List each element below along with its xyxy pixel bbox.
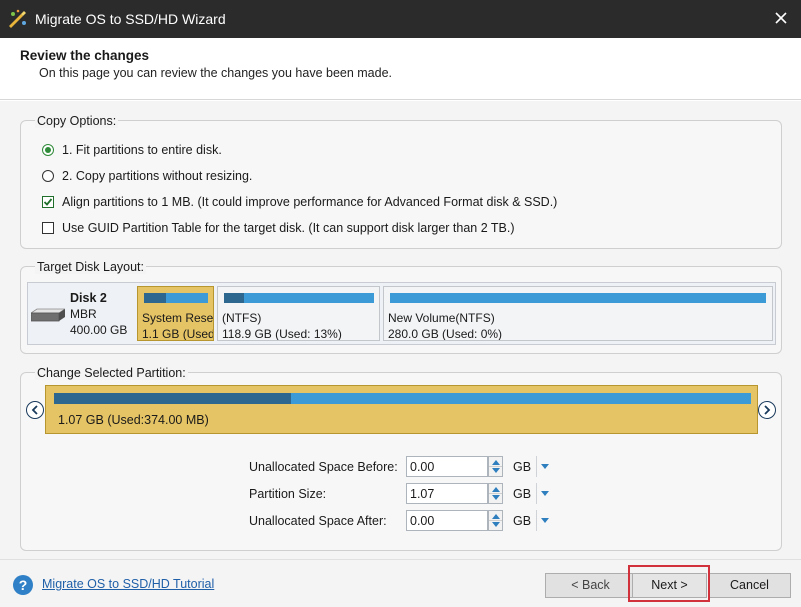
unallocated-after-input[interactable]: 0.00: [406, 510, 488, 531]
partition-used-fill: [144, 293, 167, 303]
checkbox-checked[interactable]: [42, 196, 54, 208]
spin-up-icon[interactable]: [492, 487, 500, 492]
next-button-highlight: [628, 565, 710, 602]
chevron-right-icon: [764, 405, 771, 415]
guid-partition-label: Use GUID Partition Table for the target …: [62, 221, 515, 235]
unit-label: GB: [513, 487, 532, 501]
disk-map-row: Disk 2 MBR 400.00 GB System Reserved 1.1…: [27, 282, 776, 345]
target-disk-label: Target Disk Layout:: [35, 260, 146, 274]
scroll-left-button[interactable]: [26, 401, 44, 419]
tutorial-link[interactable]: Migrate OS to SSD/HD Tutorial: [42, 577, 214, 591]
unallocated-before-spinner[interactable]: [488, 456, 503, 477]
close-icon[interactable]: [771, 8, 791, 28]
partition-name: System Reserved: [142, 311, 214, 325]
hard-disk-icon: [31, 308, 65, 322]
page-title: Review the changes: [20, 48, 150, 63]
guid-partition-checkbox[interactable]: Use GUID Partition Table for the target …: [42, 221, 515, 235]
spin-down-icon[interactable]: [492, 495, 500, 500]
align-partitions-label: Align partitions to 1 MB. (It could impr…: [62, 195, 558, 209]
spin-down-icon[interactable]: [492, 522, 500, 527]
wizard-app-icon: [9, 9, 26, 28]
unallocated-before-label: Unallocated Space Before:: [249, 460, 398, 474]
spin-up-icon[interactable]: [492, 460, 500, 465]
page-subtitle: On this page you can review the changes …: [39, 66, 393, 80]
unit-label: GB: [513, 460, 532, 474]
title-bar: Migrate OS to SSD/HD Wizard: [0, 0, 801, 38]
cancel-button[interactable]: Cancel: [708, 573, 791, 598]
partition-size-label: Partition Size:: [249, 487, 327, 501]
partition-usage-bar: [224, 293, 374, 303]
unit-dropdown-button[interactable]: [536, 510, 551, 531]
copy-without-resizing-radio[interactable]: 2. Copy partitions without resizing.: [42, 169, 252, 183]
radio-unselected[interactable]: [42, 170, 54, 182]
partition-name: New Volume(NTFS): [388, 311, 495, 325]
partition-used-fill: [54, 393, 291, 404]
page-header: Review the changes On this page you can …: [0, 38, 801, 100]
checkmark-icon: [43, 198, 53, 206]
partition-usage-bar: [144, 293, 208, 303]
partition-resize-bar[interactable]: [54, 393, 751, 404]
scroll-right-button[interactable]: [758, 401, 776, 419]
unit-label: GB: [513, 514, 532, 528]
partition-new-volume[interactable]: New Volume(NTFS) 280.0 GB (Used: 0%): [383, 286, 773, 341]
fit-partitions-label: 1. Fit partitions to entire disk.: [62, 143, 222, 157]
selected-partition-block[interactable]: 1.07 GB (Used:374.00 MB): [45, 385, 758, 434]
selected-partition-label: 1.07 GB (Used:374.00 MB): [58, 413, 209, 427]
align-partitions-checkbox[interactable]: Align partitions to 1 MB. (It could impr…: [42, 195, 557, 209]
partition-usage-bar: [390, 293, 766, 303]
partition-name: (NTFS): [222, 311, 262, 325]
disk-name: Disk 2: [70, 291, 107, 305]
spin-down-icon[interactable]: [492, 468, 500, 473]
disk-info[interactable]: Disk 2 MBR 400.00 GB: [28, 283, 136, 344]
copy-without-resizing-label: 2. Copy partitions without resizing.: [62, 169, 253, 183]
partition-size-input[interactable]: 1.07: [406, 483, 488, 504]
partition-used-fill: [224, 293, 244, 303]
checkbox-unchecked[interactable]: [42, 222, 54, 234]
unallocated-after-spinner[interactable]: [488, 510, 503, 531]
partition-size: 280.0 GB (Used: 0%): [388, 327, 503, 341]
unit-dropdown-button[interactable]: [536, 483, 551, 504]
fit-partitions-radio[interactable]: 1. Fit partitions to entire disk.: [42, 143, 222, 157]
partition-system-reserved[interactable]: System Reserved 1.1 GB (Used: 35%): [137, 286, 214, 341]
partition-size: 118.9 GB (Used: 13%): [222, 327, 342, 341]
unallocated-before-input[interactable]: 0.00: [406, 456, 488, 477]
partition-ntfs[interactable]: (NTFS) 118.9 GB (Used: 13%): [217, 286, 380, 341]
radio-selected[interactable]: [42, 144, 54, 156]
back-button[interactable]: < Back: [545, 573, 636, 598]
partition-size-spinner[interactable]: [488, 483, 503, 504]
help-icon[interactable]: ?: [13, 575, 33, 595]
change-partition-label: Change Selected Partition:: [35, 366, 188, 380]
disk-type: MBR: [70, 307, 97, 321]
spin-up-icon[interactable]: [492, 514, 500, 519]
unit-dropdown-button[interactable]: [536, 456, 551, 477]
partition-size: 1.1 GB (Used: 35%): [142, 327, 213, 341]
unallocated-after-label: Unallocated Space After:: [249, 514, 387, 528]
disk-size: 400.00 GB: [70, 323, 128, 337]
chevron-left-icon: [31, 405, 38, 415]
window-title: Migrate OS to SSD/HD Wizard: [35, 11, 226, 27]
copy-options-label: Copy Options:: [35, 114, 119, 128]
